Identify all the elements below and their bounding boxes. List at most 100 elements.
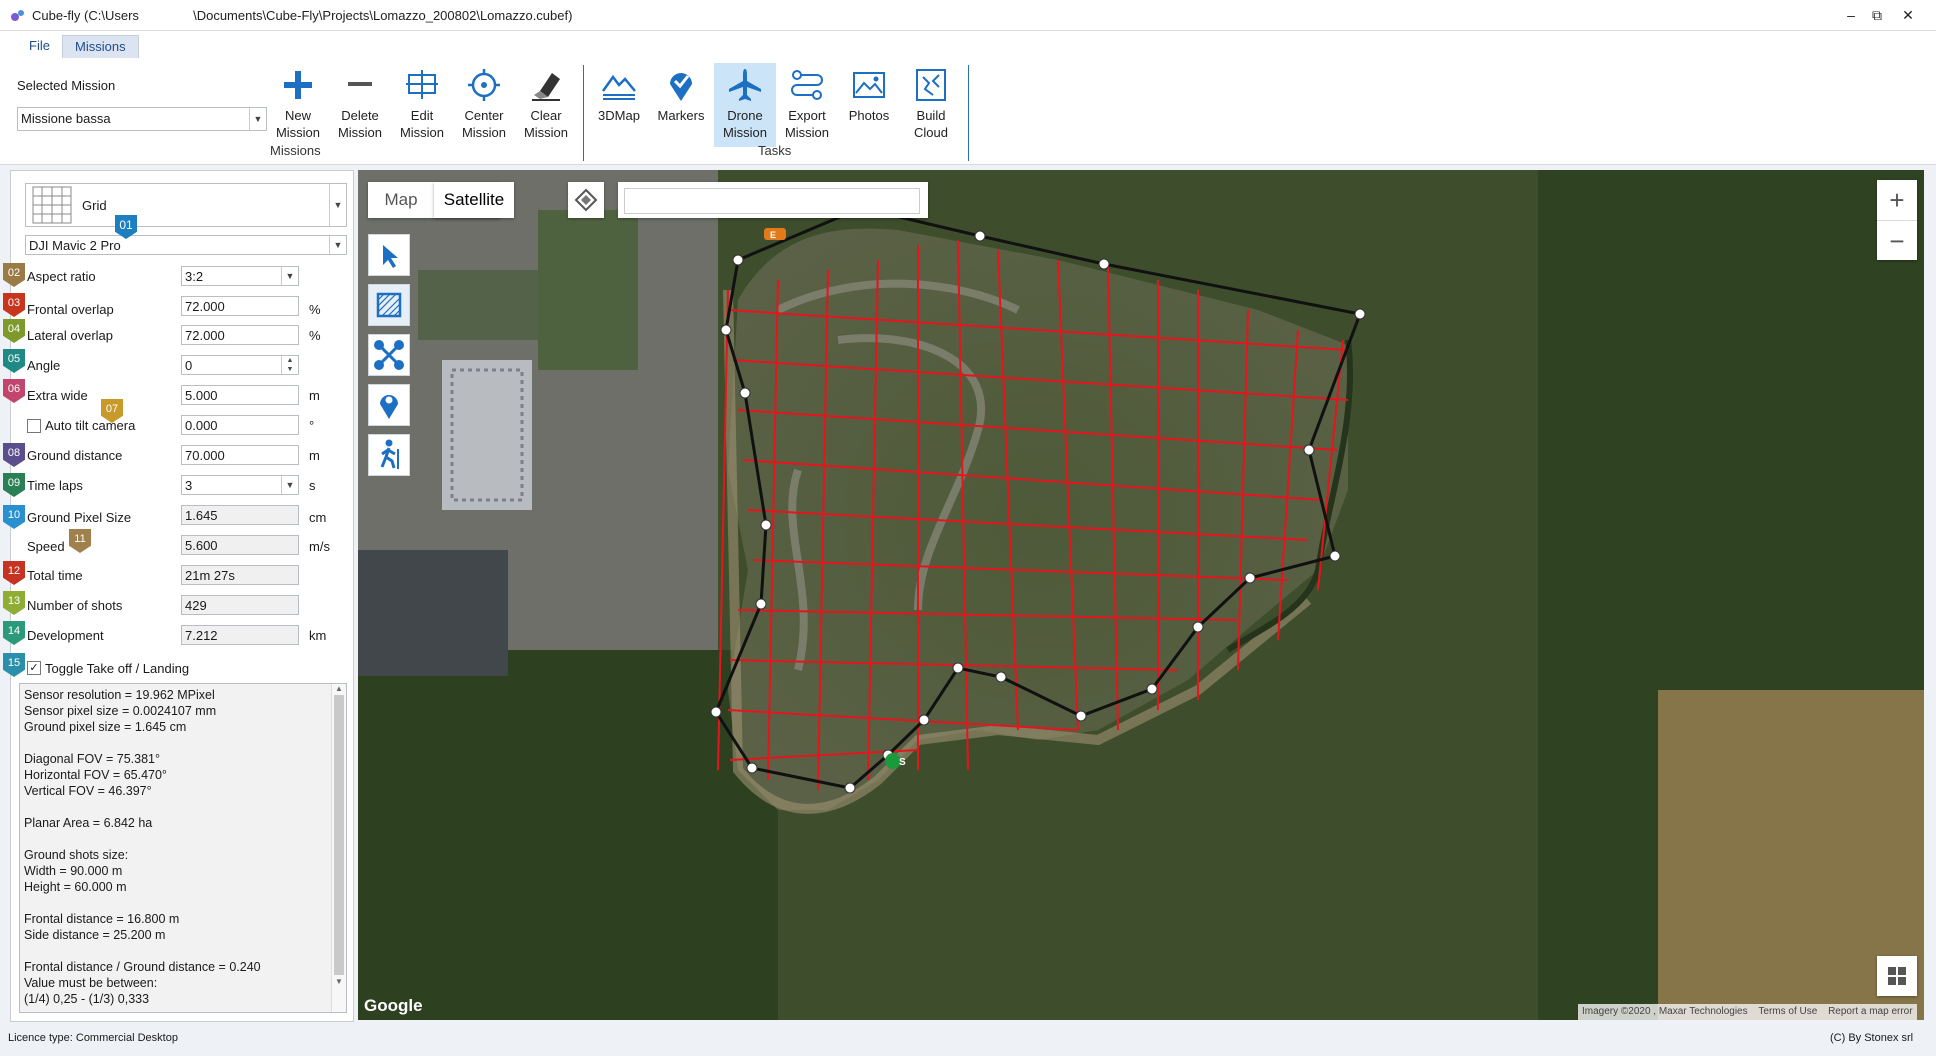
waypoint-vertex (1075, 710, 1087, 722)
cursor-icon (383, 245, 398, 268)
polygon-tool[interactable] (368, 284, 410, 326)
title-bar: Cube-fly (C:\Users \Documents\Cube-Fly\P… (0, 0, 1936, 31)
toggle-takeoff-checkbox[interactable]: ✓ (27, 661, 41, 675)
badge-11: 11 (69, 529, 91, 553)
mission-info-textarea[interactable]: Sensor resolution = 19.962 MPixel Sensor… (19, 683, 347, 1013)
grid-line (737, 609, 1239, 621)
clear-mission-button[interactable]: Clear Mission (517, 63, 575, 147)
waypoint-vertex (746, 762, 758, 774)
fullscreen-button[interactable] (1877, 956, 1917, 996)
layers-button[interactable] (568, 182, 604, 218)
speed-value: 5.600 (181, 535, 299, 555)
google-logo: Google (364, 996, 423, 1015)
selected-mission-select[interactable]: Missione bassa ▼ (17, 107, 267, 131)
walk-tool[interactable] (368, 434, 410, 476)
photos-button[interactable]: Photos (840, 63, 898, 147)
export-route-icon (791, 70, 823, 100)
mission-overlay[interactable]: SE (358, 170, 1924, 1020)
imagery-credit: Imagery ©2020 , Maxar Technologies (1582, 1006, 1748, 1017)
build-cloud-icon (916, 69, 946, 101)
drone-model-select[interactable]: DJI Mavic 2 Pro ▼ (25, 235, 347, 255)
auto-tilt-input[interactable]: 0.000 (181, 415, 299, 435)
edit-mission-button[interactable]: Edit Mission (393, 63, 451, 147)
select-tool[interactable] (368, 234, 410, 276)
map-type-map-button[interactable]: Map (368, 182, 434, 218)
crosshair-icon (468, 69, 500, 101)
terms-link[interactable]: Terms of Use (1758, 1006, 1817, 1017)
aspect-ratio-label: Aspect ratio (27, 269, 96, 284)
drone-tool[interactable] (368, 334, 410, 376)
copyright-text: (C) By Stonex srl (1830, 1032, 1914, 1044)
marker-tool[interactable] (368, 384, 410, 426)
grid-view-icon (1888, 967, 1906, 985)
close-button[interactable]: ✕ (1893, 4, 1923, 26)
zoom-out-button[interactable]: − (1877, 220, 1917, 261)
waypoint-vertex (720, 324, 732, 336)
ground-pixel-size-unit: cm (309, 510, 327, 525)
layers-icon (574, 188, 598, 212)
export-mission-label: Export Mission (784, 108, 830, 140)
total-time-value: 21m 27s (181, 565, 299, 585)
map-search-box (618, 182, 928, 218)
extra-wide-input[interactable]: 5.000 (181, 385, 299, 405)
clear-mission-label: Clear Mission (523, 108, 569, 140)
scroll-thumb[interactable] (334, 695, 344, 975)
report-link[interactable]: Report a map error (1828, 1006, 1912, 1017)
waypoint-vertex (739, 387, 751, 399)
waypoint-vertex (755, 598, 767, 610)
mission-type-select[interactable]: Grid ▼ (25, 183, 347, 227)
grid-line (1237, 309, 1249, 671)
grid-line (767, 279, 779, 781)
ground-distance-input[interactable]: 70.000 (181, 445, 299, 465)
ribbon: Selected Mission Missione bassa ▼ New Mi… (0, 59, 1936, 165)
hiker-icon (380, 439, 399, 469)
grid-line (727, 709, 1079, 731)
plus-icon (284, 71, 312, 99)
angle-label: Angle (27, 358, 61, 373)
tab-missions[interactable]: Missions (62, 35, 139, 58)
build-cloud-button[interactable]: Build Cloud (902, 63, 960, 147)
frontal-overlap-input[interactable]: 72.000 (181, 296, 299, 316)
drone-mission-button[interactable]: Drone Mission (714, 63, 776, 147)
auto-tilt-checkbox[interactable] (27, 419, 41, 433)
badge-08: 08 (3, 443, 25, 467)
angle-spinner[interactable]: 0 ▲ ▼ (181, 355, 299, 375)
center-mission-button[interactable]: Center Mission (455, 63, 513, 147)
time-laps-unit: s (309, 478, 316, 493)
waypoint-vertex (1098, 258, 1110, 270)
chevron-down-icon: ▼ (281, 267, 298, 285)
info-scrollbar[interactable]: ▲ ▼ (331, 684, 346, 1012)
tab-file[interactable]: File (17, 35, 62, 57)
maximize-button[interactable]: ⧉ (1862, 4, 1892, 26)
airplane-icon (729, 69, 761, 101)
delete-mission-button[interactable]: Delete Mission (331, 63, 389, 147)
grid-line (727, 309, 1349, 351)
badge-15: 15 (3, 653, 25, 677)
lateral-overlap-input[interactable]: 72.000 (181, 325, 299, 345)
aspect-ratio-select[interactable]: 3:2 ▼ (181, 266, 299, 286)
spinner-arrows-icon[interactable]: ▲ ▼ (281, 356, 298, 374)
map-view[interactable]: SE Map Satellite + − Google Imagery ©202… (358, 170, 1924, 1020)
grid-line (737, 409, 1339, 451)
scroll-up-icon[interactable]: ▲ (332, 684, 346, 693)
markers-button[interactable]: Markers (652, 63, 710, 147)
tasks-group-label: Tasks (758, 143, 792, 158)
grid-line (742, 459, 1324, 501)
extra-wide-unit: m (309, 388, 320, 403)
eraser-icon (532, 73, 560, 101)
new-mission-button[interactable]: New Mission (269, 63, 327, 147)
zoom-in-button[interactable]: + (1877, 180, 1917, 220)
badge-05: 05 (3, 349, 25, 373)
time-laps-select[interactable]: 3 ▼ (181, 475, 299, 495)
map-search-input[interactable] (624, 188, 920, 214)
chevron-down-icon: ▼ (329, 184, 346, 226)
ground-pixel-size-value: 1.645 (181, 505, 299, 525)
waypoint-vertex (1303, 444, 1315, 456)
export-mission-button[interactable]: Export Mission (778, 63, 836, 147)
marker-check-icon (670, 73, 692, 101)
grid-line (1317, 339, 1344, 591)
map-type-satellite-button[interactable]: Satellite (434, 182, 514, 218)
speed-label: Speed (27, 539, 65, 554)
scroll-down-icon[interactable]: ▼ (332, 977, 346, 986)
3dmap-button[interactable]: 3DMap (590, 63, 648, 147)
